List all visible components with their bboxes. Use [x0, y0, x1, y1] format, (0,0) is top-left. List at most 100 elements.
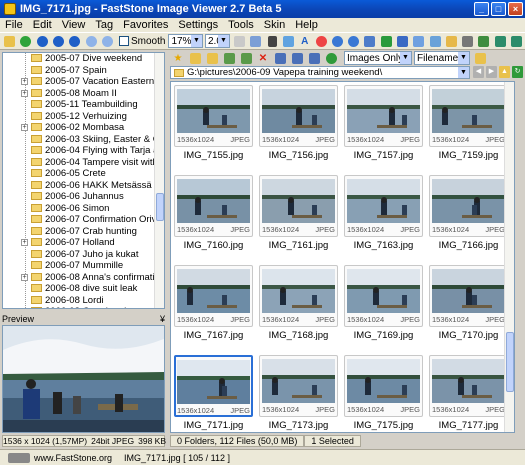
thumbnail-card[interactable]: 1536x1024 JPEG: [344, 175, 423, 237]
address-bar[interactable]: G:\pictures\2006-09 Vapepa training week…: [170, 66, 470, 79]
checkbox-box[interactable]: [118, 36, 129, 46]
move-icon[interactable]: [238, 51, 254, 65]
thumbnail-card[interactable]: 1536x1024 JPEG: [259, 265, 338, 327]
thumbnail-card[interactable]: 1536x1024 JPEG: [429, 175, 508, 237]
crop-icon[interactable]: [265, 34, 280, 48]
tree-item[interactable]: 2006-07 Juho ja kukat: [3, 249, 164, 261]
thumbnail-card[interactable]: 1536x1024 JPEG: [344, 85, 423, 147]
zoom-in-icon[interactable]: [83, 34, 98, 48]
thumbnail-card[interactable]: 1536x1024 JPEG: [344, 355, 423, 417]
tree-item[interactable]: 2006-06 HAKK Metsässä: [3, 180, 164, 192]
expand-icon[interactable]: +: [21, 273, 28, 281]
prev-button[interactable]: [35, 34, 50, 48]
tree-item[interactable]: 2006-08 dive suit leak: [3, 283, 164, 295]
thumbnail-card[interactable]: 1536x1024 JPEG: [174, 265, 253, 327]
back-icon[interactable]: ◀: [473, 66, 484, 78]
thumbnail-card[interactable]: 1536x1024 JPEG: [259, 355, 338, 417]
copy-icon[interactable]: [221, 51, 237, 65]
scrollbar-thumb[interactable]: [506, 332, 514, 392]
rotate-right-icon[interactable]: [346, 34, 361, 48]
expand-icon[interactable]: +: [21, 78, 28, 85]
slideshow-icon[interactable]: [411, 34, 426, 48]
expand-icon[interactable]: +: [21, 89, 28, 97]
thumbnail-card[interactable]: 1536x1024 JPEG: [174, 85, 253, 147]
thumbnail-item[interactable]: 1536x1024 JPEG IMG_7167.jpg: [174, 265, 253, 350]
thumbnail-item[interactable]: 1536x1024 JPEG IMG_7173.jpg: [259, 355, 338, 432]
menu-view[interactable]: View: [57, 19, 91, 31]
up-icon[interactable]: ▲: [499, 66, 510, 78]
star-icon[interactable]: ★: [170, 51, 186, 65]
next-button[interactable]: [51, 34, 66, 48]
print-icon[interactable]: [460, 34, 475, 48]
chevron-down-icon[interactable]: ▼: [458, 67, 469, 78]
menu-edit[interactable]: Edit: [28, 19, 57, 31]
thumbnail-card[interactable]: 1536x1024 JPEG: [344, 265, 423, 327]
menu-file[interactable]: File: [0, 19, 28, 31]
thumbnail-item[interactable]: 1536x1024 JPEG IMG_7168.jpg: [259, 265, 338, 350]
email-icon[interactable]: [444, 34, 459, 48]
thumbnail-item[interactable]: 1536x1024 JPEG IMG_7163.jpg: [344, 175, 423, 260]
sort-order-icon[interactable]: [472, 51, 488, 65]
zoom-select[interactable]: 17% ▼: [168, 34, 203, 48]
folder-tree[interactable]: 2005-07 Dive weekend 2005-07 Spain +2005-0…: [2, 52, 165, 309]
thumbnail-card[interactable]: 1536x1024 JPEG: [259, 175, 338, 237]
tree-item[interactable]: 2006-04 Tampere visit with HAKK: [3, 157, 164, 169]
open-folder-button[interactable]: [2, 34, 17, 48]
scan-icon[interactable]: [476, 34, 491, 48]
tree-item[interactable]: 2006-05 Crete: [3, 168, 164, 180]
thumbnail-item[interactable]: 1536x1024 JPEG IMG_7171.jpg: [174, 355, 253, 432]
menu-tag[interactable]: Tag: [90, 19, 118, 31]
tree-scrollbar[interactable]: [154, 53, 164, 308]
tree-item[interactable]: 2006-06 Juhannus: [3, 191, 164, 203]
rotate-left-icon[interactable]: [330, 34, 345, 48]
exit-icon[interactable]: [509, 34, 524, 48]
tree-item[interactable]: 2005-07 Spain: [3, 65, 164, 77]
filter-select[interactable]: Images Only ▼: [344, 51, 412, 65]
wallpaper-icon[interactable]: [427, 34, 442, 48]
sort-select[interactable]: Filename ▼: [414, 51, 470, 65]
text-icon[interactable]: A: [297, 34, 312, 48]
tree-item[interactable]: 2005-07 Dive weekend: [3, 53, 164, 65]
close-button[interactable]: ×: [508, 2, 523, 16]
minimize-button[interactable]: _: [474, 2, 489, 16]
tree-item[interactable]: +2006-08 Anna's confirmation: [3, 272, 164, 284]
thumbnail-item[interactable]: 1536x1024 JPEG IMG_7161.jpg: [259, 175, 338, 260]
tree-item[interactable]: +2006-02 Mombasa: [3, 122, 164, 134]
website-link[interactable]: www.FastStone.org: [34, 453, 112, 463]
thumbnail-item[interactable]: 1536x1024 JPEG IMG_7170.jpg: [429, 265, 508, 350]
tree-item[interactable]: 2006-04 Flying with Tarja and Timo: [3, 145, 164, 157]
tree-item[interactable]: +2005-07 Vacation Eastern Finland: [3, 76, 164, 88]
tree-item[interactable]: 2006-06 Simon: [3, 203, 164, 215]
new-folder-icon[interactable]: [204, 51, 220, 65]
menu-tools[interactable]: Tools: [223, 19, 259, 31]
list-view-icon[interactable]: [272, 51, 288, 65]
settings-icon[interactable]: [493, 34, 508, 48]
thumbnail-card[interactable]: 1536x1024 JPEG: [429, 265, 508, 327]
menu-help[interactable]: Help: [290, 19, 323, 31]
tree-item[interactable]: 2005-12 Verhuizing: [3, 111, 164, 123]
play-button[interactable]: [67, 34, 82, 48]
tree-item[interactable]: 2005-11 Teambuilding: [3, 99, 164, 111]
tree-item[interactable]: 2006-07 Confirmation Orivesi: [3, 214, 164, 226]
thumbnail-card[interactable]: 1536x1024 JPEG: [174, 175, 253, 237]
tree-item[interactable]: 2006-03 Skiing, Easter & Graduation wit: [3, 134, 164, 146]
expand-icon[interactable]: +: [21, 239, 28, 246]
menu-favorites[interactable]: Favorites: [118, 19, 173, 31]
menu-settings[interactable]: Settings: [173, 19, 223, 31]
collapse-icon[interactable]: ¥: [160, 314, 165, 324]
tree-item[interactable]: +2006-07 Holland: [3, 237, 164, 249]
red-eye-icon[interactable]: [313, 34, 328, 48]
menu-skin[interactable]: Skin: [259, 19, 290, 31]
details-view-icon[interactable]: [289, 51, 305, 65]
smooth-checkbox[interactable]: Smooth: [118, 36, 165, 47]
zoom-out-icon[interactable]: [100, 34, 115, 48]
delete-icon[interactable]: ✕: [255, 51, 271, 65]
thumbnail-item[interactable]: 1536x1024 JPEG IMG_7166.jpg: [429, 175, 508, 260]
fullscreen-icon[interactable]: [248, 34, 263, 48]
tree-item[interactable]: 2006-07 Crab hunting: [3, 226, 164, 238]
fit-icon[interactable]: [232, 34, 247, 48]
thumbnail-item[interactable]: 1536x1024 JPEG IMG_7177.jpg: [429, 355, 508, 432]
thumbnail-card[interactable]: 1536x1024 JPEG: [259, 85, 338, 147]
up-folder-icon[interactable]: [187, 51, 203, 65]
grid-scrollbar[interactable]: [504, 82, 514, 432]
